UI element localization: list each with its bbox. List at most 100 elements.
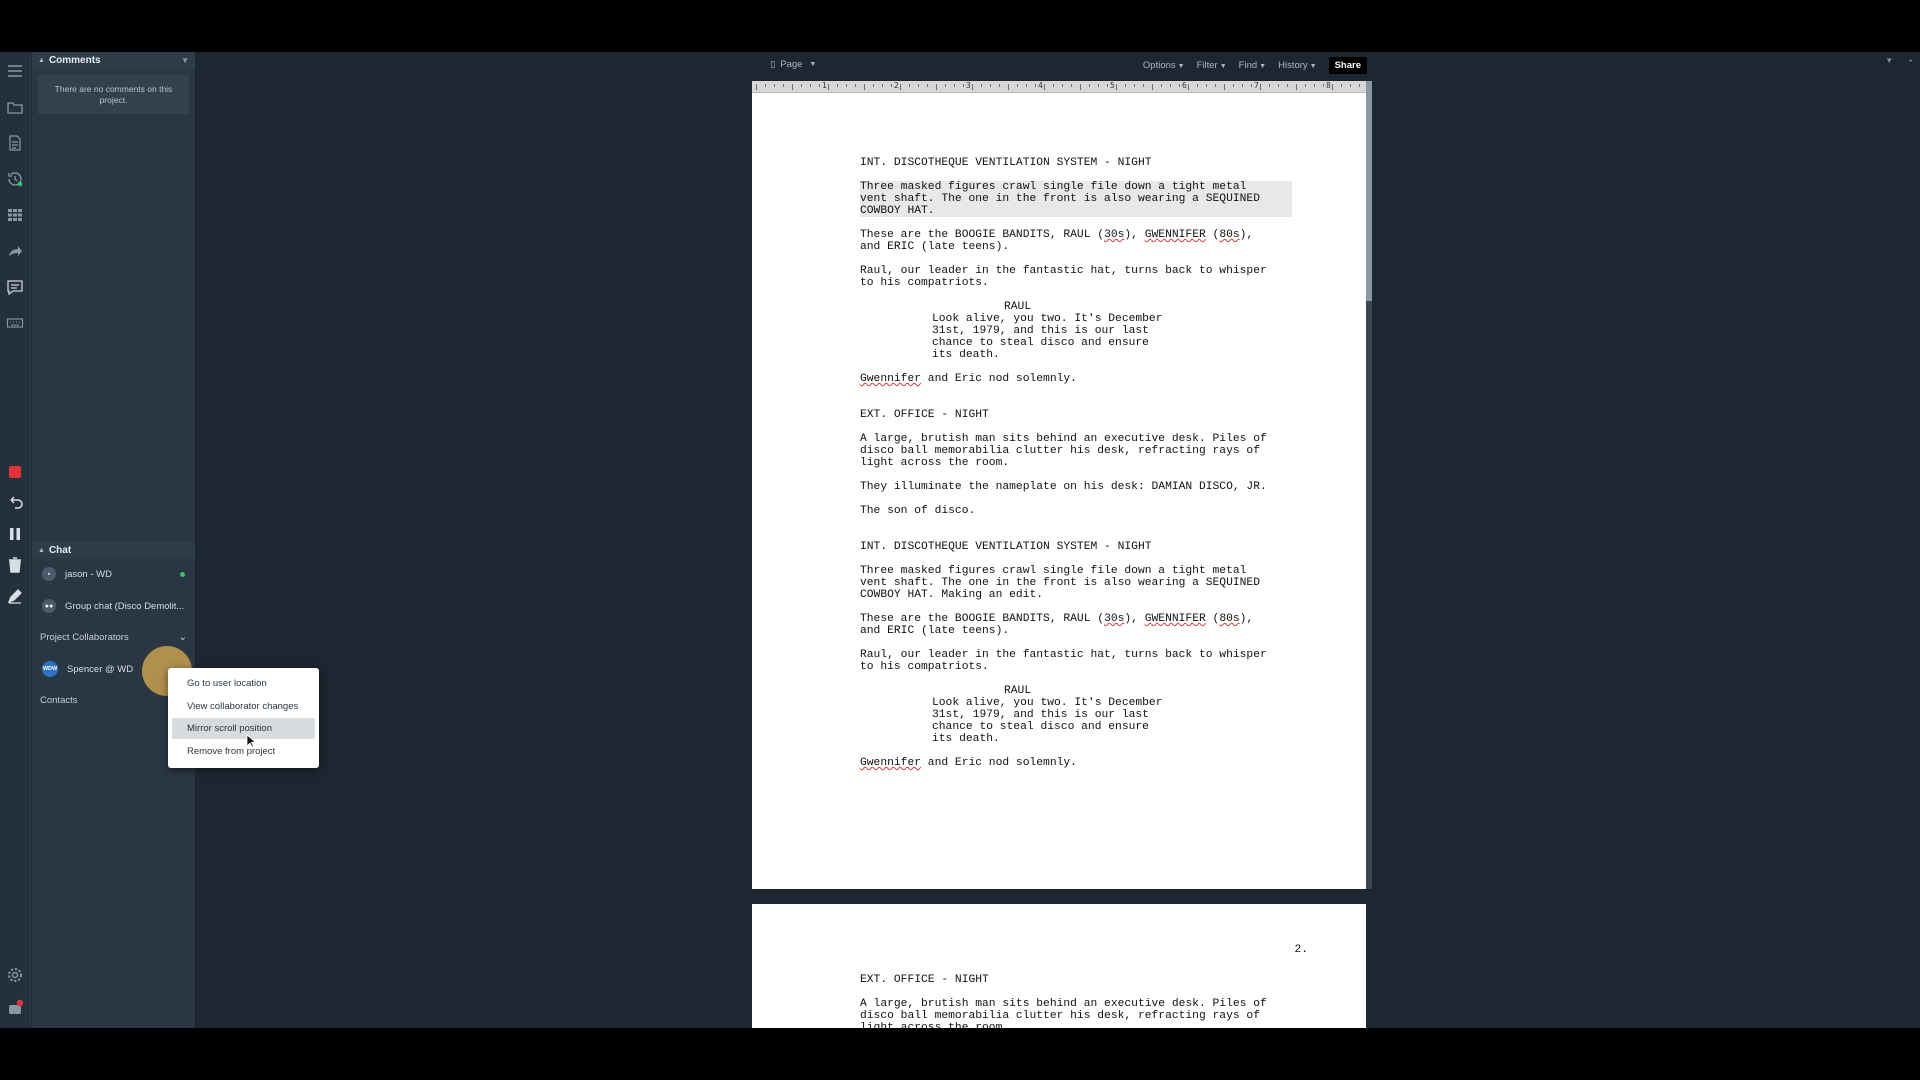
ruler-tick xyxy=(765,84,766,87)
trash-icon[interactable] xyxy=(4,554,26,576)
history-icon[interactable] xyxy=(4,168,26,190)
history-menu[interactable]: History ▼ xyxy=(1278,60,1317,71)
settings-icon[interactable] xyxy=(4,964,26,986)
ruler-tick xyxy=(1197,84,1198,87)
scrollbar-thumb[interactable] xyxy=(1366,81,1372,301)
pen-icon[interactable] xyxy=(4,585,26,607)
ruler-tick xyxy=(1125,84,1126,87)
ruler-tick xyxy=(1314,84,1315,87)
ruler-tick xyxy=(945,84,946,87)
menu-item-mirror-scroll-position[interactable]: Mirror scroll position xyxy=(172,718,315,739)
action-line: Raul, our leader in the fantastic hat, t… xyxy=(860,265,1267,289)
scene-heading: INT. DISCOTHEQUE VENTILATION SYSTEM - NI… xyxy=(860,157,1152,169)
chat-item-jason[interactable]: ▪ jason - WD xyxy=(32,561,195,587)
grid-icon[interactable] xyxy=(4,204,26,226)
ruler-tick xyxy=(1026,84,1027,87)
avatar: WDW xyxy=(42,661,58,677)
letterbox-bottom xyxy=(0,1028,1920,1080)
action-line: A large, brutish man sits behind an exec… xyxy=(860,433,1267,469)
action-line: A large, brutish man sits behind an exec… xyxy=(860,998,1267,1028)
dialogue: Look alive, you two. It's December 31st,… xyxy=(932,697,1163,745)
keyboard-icon[interactable] xyxy=(4,312,26,334)
notifications-icon[interactable] xyxy=(4,997,26,1019)
menu-icon[interactable] xyxy=(4,60,26,82)
ruler-tick xyxy=(1008,84,1009,90)
scene-heading: EXT. OFFICE - NIGHT xyxy=(860,974,989,986)
chat-header[interactable]: ▲ Chat xyxy=(32,542,195,559)
menu-item-remove-from-project[interactable]: Remove from project xyxy=(172,741,315,762)
chevron-down-icon[interactable]: ⌄ xyxy=(179,632,187,643)
ruler-tick xyxy=(1260,84,1261,90)
collapse-icon[interactable]: ▼ xyxy=(1885,56,1893,65)
ruler-tick xyxy=(882,84,883,87)
ruler[interactable]: 1 2 3 4 5 6 7 8 xyxy=(752,81,1366,93)
ruler-tick xyxy=(1341,84,1342,87)
ruler-tick xyxy=(918,84,919,87)
share-arrow-icon[interactable] xyxy=(4,240,26,262)
ruler-tick xyxy=(1143,84,1144,87)
filter-menu[interactable]: Filter ▼ xyxy=(1197,60,1227,71)
comments-dropdown-icon[interactable]: ▼ xyxy=(181,56,189,65)
ruler-tick xyxy=(1044,84,1045,90)
find-menu[interactable]: Find ▼ xyxy=(1239,60,1266,71)
ruler-tick xyxy=(1107,84,1108,87)
ruler-tick xyxy=(1350,84,1351,87)
ruler-tick xyxy=(1332,84,1333,90)
chat-avatar: ▪ xyxy=(42,567,56,581)
menu-item-view-collaborator-changes[interactable]: View collaborator changes xyxy=(172,696,315,717)
ruler-tick xyxy=(819,84,820,87)
ruler-tick xyxy=(846,84,847,87)
project-collaborators-label: Project Collaborators xyxy=(40,631,129,643)
page-view-label: Page xyxy=(780,59,803,70)
ruler-tick xyxy=(864,84,865,90)
chat-item-group[interactable]: ●● Group chat (Disco Demolit... xyxy=(32,593,195,619)
menu-item-go-to-user-location[interactable]: Go to user location xyxy=(172,673,315,694)
ruler-tick xyxy=(1062,84,1063,87)
action-line: They illuminate the nameplate on his des… xyxy=(860,481,1267,493)
script-page-2[interactable]: 2. EXT. OFFICE - NIGHT A large, brutish … xyxy=(752,904,1366,1028)
ruler-tick xyxy=(783,84,784,87)
action-line: Gwennifer and Eric nod solemnly. xyxy=(860,373,1077,385)
record-icon[interactable] xyxy=(4,461,26,483)
undo-icon[interactable] xyxy=(4,492,26,514)
page-view-dropdown[interactable]: ▯ Page ▼ xyxy=(770,59,816,70)
corner-icon[interactable]: ▪ xyxy=(1909,56,1912,65)
options-menu[interactable]: Options ▼ xyxy=(1143,60,1185,71)
ruler-tick xyxy=(810,84,811,87)
project-collaborators-section[interactable]: Project Collaborators ⌄ xyxy=(32,627,195,647)
chat-item-label: Group chat (Disco Demolit... xyxy=(65,600,185,612)
ruler-tick xyxy=(1305,84,1306,87)
collapse-triangle-icon: ▲ xyxy=(38,57,45,64)
scene-heading: INT. DISCOTHEQUE VENTILATION SYSTEM - NI… xyxy=(860,541,1152,553)
ruler-number: 7 xyxy=(1254,81,1259,90)
ruler-tick xyxy=(1359,84,1360,87)
document-icon[interactable] xyxy=(4,132,26,154)
ruler-number: 5 xyxy=(1110,81,1115,90)
mouse-pointer-icon xyxy=(246,734,256,748)
letterbox-top xyxy=(0,0,1920,52)
script-page-1[interactable]: INT. DISCOTHEQUE VENTILATION SYSTEM - NI… xyxy=(752,93,1366,889)
pause-icon[interactable] xyxy=(4,523,26,545)
ruler-tick xyxy=(1179,84,1180,87)
comments-header[interactable]: ▲ Comments ▼ xyxy=(32,52,195,69)
action-line: Three masked figures crawl single file d… xyxy=(860,565,1260,601)
ruler-tick xyxy=(927,84,928,87)
ruler-number: 6 xyxy=(1182,81,1187,90)
ruler-tick xyxy=(855,84,856,87)
ruler-tick xyxy=(1080,84,1081,90)
chevron-down-icon: ▼ xyxy=(809,61,817,68)
ruler-tick xyxy=(792,84,793,90)
ruler-tick xyxy=(891,84,892,87)
app-window: ▲ Comments ▼ There are no comments on th… xyxy=(0,52,1920,1028)
ruler-number: 1 xyxy=(822,81,827,90)
ruler-number: 8 xyxy=(1326,81,1331,90)
ruler-number: 2 xyxy=(894,81,899,90)
share-button[interactable]: Share xyxy=(1328,56,1367,74)
ruler-tick xyxy=(1116,84,1117,90)
comment-icon[interactable] xyxy=(4,276,26,298)
ruler-tick xyxy=(1323,84,1324,87)
folder-icon[interactable] xyxy=(4,96,26,118)
ruler-tick xyxy=(1134,84,1135,87)
ruler-tick xyxy=(1287,84,1288,87)
scene-heading: EXT. OFFICE - NIGHT xyxy=(860,409,989,421)
